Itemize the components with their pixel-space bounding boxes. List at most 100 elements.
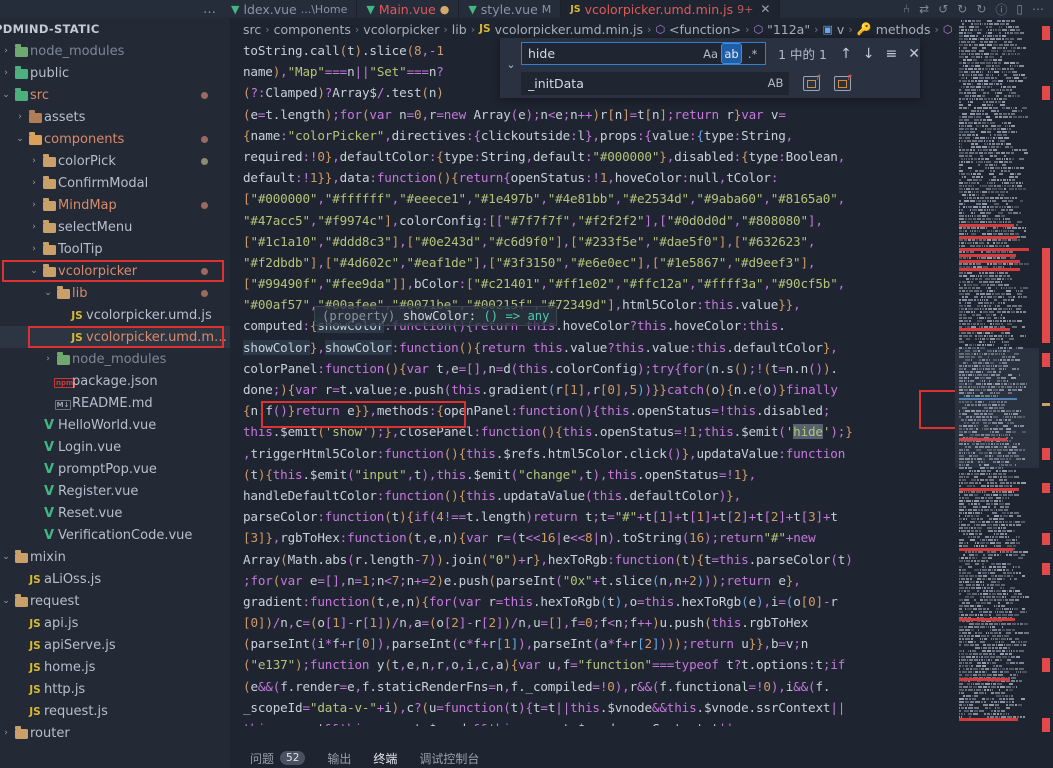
replace-icon[interactable]: ↱ [803, 73, 822, 91]
find-in-selection-icon[interactable]: ≡ [886, 46, 898, 62]
chevron-down-icon[interactable]: ⌄ [0, 596, 12, 606]
more-actions-icon[interactable]: ⋯ [1032, 2, 1044, 16]
code-viewport[interactable]: toString.call(t).slice(8,-1 name),"Map"==… [230, 40, 1053, 726]
chevron-right-icon[interactable]: › [28, 244, 40, 254]
replace-input[interactable] [528, 75, 766, 91]
minimap[interactable] [955, 18, 1039, 748]
tree-item-login-vue[interactable]: ›VLogin.vue [0, 436, 230, 458]
chevron-right-icon[interactable]: › [28, 156, 40, 166]
tree-item-http-js[interactable]: ›JShttp.js [0, 678, 230, 700]
overview-ruler[interactable] [1039, 18, 1053, 748]
split-editor-icon[interactable]: ⑃ [903, 2, 910, 16]
refresh-icon[interactable]: ↻ [976, 2, 986, 16]
tree-item-assets[interactable]: › assets [0, 106, 230, 128]
tree-item-helloworld-vue[interactable]: ›VHelloWorld.vue [0, 414, 230, 436]
tree-item-vcolorpicker-umd-js[interactable]: ›JSvcolorpicker.umd.js [0, 304, 230, 326]
tree-item-vcolorpicker-umd-m[interactable]: ›JSvcolorpicker.umd.m…9+ [0, 326, 230, 348]
tree-item-selectmenu[interactable]: › selectMenu [0, 216, 230, 238]
chevron-right-icon[interactable]: › [0, 46, 12, 56]
breadcrumb-item-components[interactable]: components [274, 22, 351, 37]
overview-error-mark[interactable] [1042, 483, 1050, 493]
chevron-right-icon[interactable]: › [28, 222, 40, 232]
tree-item-node-modules[interactable]: › node_modules [0, 348, 230, 370]
tree-item-tooltip[interactable]: › ToolTip [0, 238, 230, 260]
chevron-right-icon[interactable]: › [28, 178, 40, 188]
close-find-icon[interactable]: ✕ [908, 46, 920, 62]
previous-match-icon[interactable]: ↑ [840, 46, 852, 62]
tree-item-verificationcode-vue[interactable]: ›VVerificationCode.vue [0, 524, 230, 546]
replace-input-wrapper[interactable]: AB [521, 71, 789, 95]
close-icon[interactable]: ✕ [760, 2, 770, 16]
panel-tab-3[interactable]: 调试控制台 [419, 748, 479, 768]
preserve-case-icon[interactable]: AB [766, 74, 785, 93]
overview-error-mark[interactable] [1042, 448, 1050, 460]
breadcrumb-symbol-methods[interactable]: methods [876, 22, 931, 37]
breadcrumb-item-src[interactable]: src [243, 22, 261, 37]
chevron-down-icon[interactable]: ⌄ [503, 58, 519, 71]
find-input-wrapper[interactable]: Aa ab .* [521, 42, 767, 65]
chevron-right-icon[interactable]: › [0, 68, 12, 78]
chevron-down-icon[interactable]: ⌄ [28, 266, 40, 276]
run-icon[interactable]: ⇄ [919, 2, 929, 16]
regex-icon[interactable]: .* [743, 44, 762, 63]
tree-item-mixin[interactable]: ⌄ mixin [0, 546, 230, 568]
chevron-right-icon[interactable]: › [28, 200, 40, 210]
whole-word-icon[interactable]: ab [721, 43, 743, 64]
tree-item-public[interactable]: › public [0, 62, 230, 84]
next-match-icon[interactable]: ↓ [863, 46, 875, 62]
tree-item-colorpick[interactable]: › colorPick [0, 150, 230, 172]
tab-ldex-vue[interactable]: ▼ ldex.vue ...\Home [222, 0, 358, 18]
tab-overflow-ellipsis[interactable]: … [197, 2, 222, 17]
tree-item-home-js[interactable]: ›JShome.js [0, 656, 230, 678]
code-content[interactable]: toString.call(t).slice(8,-1 name),"Map"==… [230, 40, 853, 726]
tree-item-reset-vue[interactable]: ›VReset.vue [0, 502, 230, 524]
overview-error-mark[interactable] [1042, 718, 1050, 732]
tree-item-mindmap[interactable]: › MindMap [0, 194, 230, 216]
chevron-right-icon[interactable]: › [42, 354, 54, 364]
redo-icon[interactable]: ↻ [957, 2, 967, 16]
breadcrumb-symbol-function[interactable]: <function> [669, 22, 741, 37]
tree-item-vcolorpicker[interactable]: ⌄ vcolorpicker [0, 260, 230, 282]
tree-item-promptpop-vue[interactable]: ›VpromptPop.vue [0, 458, 230, 480]
chevron-right-icon[interactable]: › [0, 728, 12, 738]
replace-all-icon[interactable]: ↱ [834, 73, 853, 91]
tree-item-confirmmodal[interactable]: › ConfirmModal [0, 172, 230, 194]
tab-vcolorpicker-umd-min-js[interactable]: JS vcolorpicker.umd.min.js 9+ ✕ [561, 0, 781, 18]
chevron-down-icon[interactable]: ⌄ [14, 134, 26, 144]
info-icon[interactable]: ⓘ [995, 1, 1007, 18]
tree-item-request[interactable]: ⌄ request [0, 590, 230, 612]
overview-error-mark[interactable] [1042, 353, 1050, 367]
chevron-down-icon[interactable]: ⌄ [42, 288, 54, 298]
panel-tab-2[interactable]: 终端 [373, 748, 397, 768]
overview-error-mark[interactable] [1042, 26, 1050, 40]
minimap-slider[interactable] [955, 348, 1039, 468]
overview-error-mark[interactable] [1042, 248, 1050, 343]
tree-item-components[interactable]: ⌄ components [0, 128, 230, 150]
breadcrumb-item-file[interactable]: vcolorpicker.umd.min.js [495, 22, 643, 37]
chevron-down-icon[interactable]: ⌄ [0, 90, 12, 100]
tree-item-request-js[interactable]: ›JSrequest.js [0, 700, 230, 722]
tree-item-readme-md[interactable]: ›M↓README.md [0, 392, 230, 414]
breadcrumb-item-lib[interactable]: lib [452, 22, 467, 37]
tree-item-src[interactable]: ⌄ src [0, 84, 230, 106]
find-input[interactable] [528, 46, 702, 61]
breadcrumb-item-vcolorpicker[interactable]: vcolorpicker [363, 22, 439, 37]
overview-error-mark[interactable] [1042, 658, 1050, 672]
tree-item-api-js[interactable]: ›JSapi.js [0, 612, 230, 634]
panel-tab-0[interactable]: 问题 52 [250, 748, 306, 768]
tree-item-package-json[interactable]: ›npmpackage.json [0, 370, 230, 392]
tree-item-alioss-js[interactable]: ›JSaLiOss.js [0, 568, 230, 590]
match-case-icon[interactable]: Aa [701, 44, 720, 63]
tree-item-register-vue[interactable]: ›VRegister.vue [0, 480, 230, 502]
tree-item-router[interactable]: › router [0, 722, 230, 744]
chevron-right-icon[interactable]: › [14, 112, 26, 122]
tab-main-vue[interactable]: ▼ Main.vue ● [357, 0, 460, 18]
panel-tab-1[interactable]: 输出 [327, 748, 351, 768]
overview-error-mark[interactable] [1042, 533, 1050, 545]
breadcrumb-symbol-112a[interactable]: "112a" [767, 22, 810, 37]
breadcrumb-symbol-v[interactable]: v [837, 22, 844, 37]
overview-error-mark[interactable] [1042, 86, 1050, 100]
tree-item-apiserve-js[interactable]: ›JSapiServe.js [0, 634, 230, 656]
tree-item-node-modules[interactable]: › node_modules [0, 40, 230, 62]
overview-error-mark[interactable] [1042, 563, 1050, 575]
